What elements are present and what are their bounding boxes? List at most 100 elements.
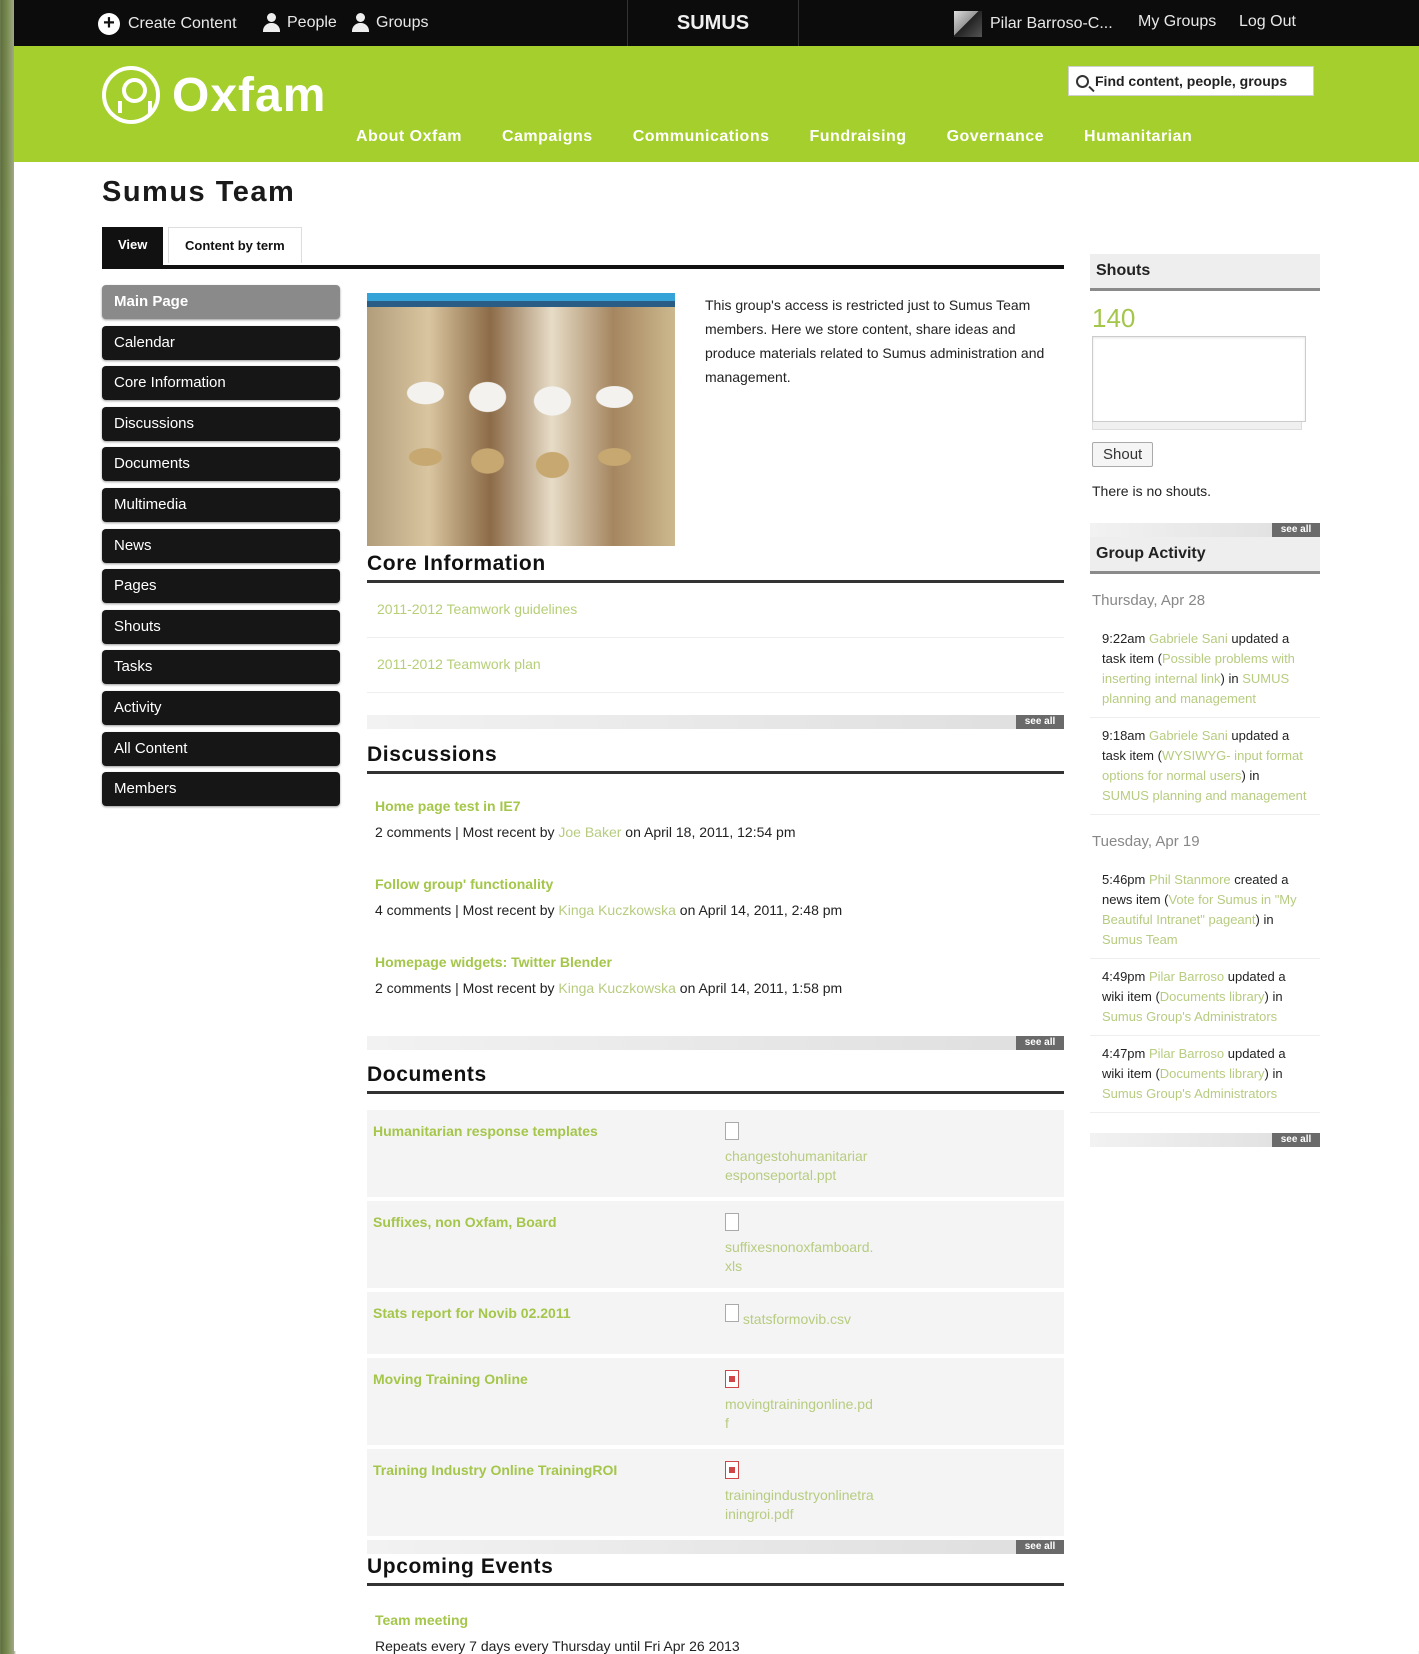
sidebar-item-all-content[interactable]: All Content [102,731,340,766]
core-see-all-button[interactable]: see all [1016,715,1064,729]
nav-fundraising[interactable]: Fundraising [810,128,907,146]
plus-icon: + [98,13,120,35]
core-link-plan[interactable]: 2011-2012 Teamwork plan [367,638,1064,693]
activity-user-link[interactable]: Pilar Barroso [1149,969,1224,984]
document-file[interactable]: statsformovib.csv [725,1304,875,1342]
sidebar-item-activity[interactable]: Activity [102,690,340,725]
post-date: on April 14, 2011, 1:58 pm [675,980,843,996]
activity-time: 9:18am [1102,728,1149,743]
logo-text: Oxfam [172,68,327,122]
document-file[interactable]: trainingindustryonlinetrainingroi.pdf [725,1461,875,1524]
file-name[interactable]: statsformovib.csv [743,1311,851,1327]
document-row: Stats report for Novib 02.2011 statsform… [367,1292,1064,1358]
file-name[interactable]: suffixesnonoxfamboard.xls [725,1239,873,1274]
discussion-title[interactable]: Homepage widgets: Twitter Blender [375,954,1056,970]
documents-see-all-bar: see all [367,1540,1064,1554]
activity-group-link[interactable]: SUMUS planning and management [1102,788,1307,803]
sidebar-item-calendar[interactable]: Calendar [102,325,340,360]
document-file[interactable]: suffixesnonoxfamboard.xls [725,1213,875,1276]
author-link[interactable]: Joe Baker [558,824,621,840]
browser-page: + Create Content People Groups SUMUS Pil… [14,0,1419,1654]
comment-count[interactable]: 2 comments [375,980,451,996]
search-input[interactable] [1093,72,1307,90]
document-file[interactable]: movingtrainingonline.pdf [725,1370,875,1433]
people-label: People [287,14,337,31]
meta-separator: | Most recent by [451,902,559,918]
author-link[interactable]: Kinga Kuczkowska [558,902,676,918]
nav-campaigns[interactable]: Campaigns [502,128,593,146]
document-title[interactable]: Training Industry Online TrainingROI [373,1461,725,1524]
groups-link[interactable]: Groups [352,13,428,33]
author-link[interactable]: Kinga Kuczkowska [558,980,676,996]
search-box[interactable] [1068,66,1314,96]
activity-user-link[interactable]: Gabriele Sani [1149,631,1228,646]
discussion-title[interactable]: Follow group' functionality [375,876,1056,892]
tab-view[interactable]: View [102,227,164,265]
file-name[interactable]: trainingindustryonlinetrainingroi.pdf [725,1487,874,1522]
documents-see-all-button[interactable]: see all [1016,1540,1064,1554]
shouts-heading: Shouts [1090,254,1320,291]
shout-button[interactable]: Shout [1092,442,1154,467]
people-link[interactable]: People [263,13,337,33]
sidebar-item-core-information[interactable]: Core Information [102,366,340,401]
my-groups-link[interactable]: My Groups [1138,13,1216,31]
sidebar-item-discussions[interactable]: Discussions [102,406,340,441]
nav-humanitarian[interactable]: Humanitarian [1084,128,1192,146]
create-content-link[interactable]: + Create Content [98,13,237,35]
activity-content-link[interactable]: Documents library [1160,989,1265,1004]
textarea-resize-grip[interactable] [1092,422,1302,430]
activity-see-all-button[interactable]: see all [1272,1133,1320,1147]
discussion-item: Home page test in IE7 2 comments | Most … [367,774,1064,840]
photo-children [385,333,655,533]
activity-group-link[interactable]: Sumus Group's Administrators [1102,1086,1277,1101]
search-icon[interactable] [1076,74,1089,88]
sidebar-item-multimedia[interactable]: Multimedia [102,487,340,522]
meta-separator: | Most recent by [451,824,559,840]
activity-group-link[interactable]: Sumus Group's Administrators [1102,1009,1277,1024]
file-name[interactable]: movingtrainingonline.pdf [725,1396,873,1431]
activity-user-link[interactable]: Phil Stanmore [1149,872,1231,887]
activity-group-link[interactable]: Sumus Team [1102,932,1178,947]
comment-count[interactable]: 4 comments [375,902,451,918]
discussion-title[interactable]: Home page test in IE7 [375,798,1056,814]
sidebar-item-documents[interactable]: Documents [102,447,340,482]
user-menu[interactable]: Pilar Barroso-C... [954,11,1113,37]
nav-governance[interactable]: Governance [947,128,1044,146]
sidebar-item-tasks[interactable]: Tasks [102,650,340,685]
upcoming-events-section: Upcoming Events Team meeting Repeats eve… [367,1555,1064,1654]
discussions-see-all-bar: see all [367,1036,1064,1050]
group-icon [352,13,369,33]
sidebar-item-pages[interactable]: Pages [102,569,340,604]
document-row: Training Industry Online TrainingROI tra… [367,1449,1064,1540]
nav-about-oxfam[interactable]: About Oxfam [356,128,462,146]
sidebar-item-main-page[interactable]: Main Page [102,285,340,319]
group-activity-heading: Group Activity [1090,537,1320,574]
core-link-guidelines[interactable]: 2011-2012 Teamwork guidelines [367,583,1064,638]
oxfam-logo[interactable]: Oxfam [102,66,326,124]
document-file[interactable]: changestohumanitariaresponseportal.ppt [725,1122,875,1185]
discussions-see-all-button[interactable]: see all [1016,1036,1064,1050]
tab-content-by-term[interactable]: Content by term [168,227,302,263]
nav-communications[interactable]: Communications [633,128,770,146]
document-title[interactable]: Moving Training Online [373,1370,725,1433]
shout-input[interactable] [1092,336,1306,422]
sidebar-item-members[interactable]: Members [102,772,340,807]
sidebar-item-shouts[interactable]: Shouts [102,609,340,644]
document-title[interactable]: Stats report for Novib 02.2011 [373,1304,725,1342]
activity-content-link[interactable]: Documents library [1160,1066,1265,1081]
user-name: Pilar Barroso-C... [990,15,1113,32]
file-name[interactable]: changestohumanitariaresponseportal.ppt [725,1148,867,1183]
log-out-link[interactable]: Log Out [1239,13,1296,31]
activity-user-link[interactable]: Gabriele Sani [1149,728,1228,743]
sidebar-item-news[interactable]: News [102,528,340,563]
activity-item: 9:22am Gabriele Sani updated a task item… [1090,621,1320,718]
site-name[interactable]: SUMUS [627,0,799,46]
comment-count[interactable]: 2 comments [375,824,451,840]
user-avatar [954,11,982,37]
activity-user-link[interactable]: Pilar Barroso [1149,1046,1224,1061]
document-title[interactable]: Suffixes, non Oxfam, Board [373,1213,725,1276]
activity-top-see-all-button[interactable]: see all [1272,523,1320,537]
document-title[interactable]: Humanitarian response templates [373,1122,725,1185]
event-title[interactable]: Team meeting [375,1612,1056,1628]
